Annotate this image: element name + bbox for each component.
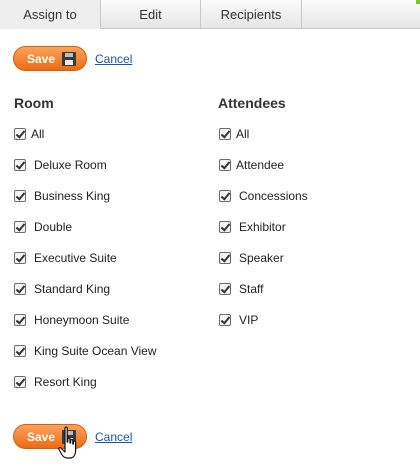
checkbox[interactable] (219, 252, 231, 264)
attendee-item-attendee[interactable]: Attendee (219, 158, 284, 172)
attendee-item-label: All (236, 127, 250, 141)
room-item-honeymoon-suite[interactable]: Honeymoon Suite (14, 313, 129, 327)
checkbox[interactable] (219, 221, 231, 233)
room-item-executive-suite[interactable]: Executive Suite (14, 251, 117, 265)
tab-bar-filler (302, 0, 420, 29)
checkbox[interactable] (219, 283, 231, 295)
checkbox[interactable] (219, 128, 231, 140)
tab-bar: Assign to Edit Recipients (0, 0, 420, 29)
checkbox[interactable] (14, 190, 26, 202)
top-action-row: Save Cancel (13, 46, 132, 71)
checkbox[interactable] (14, 252, 26, 264)
tab-edit[interactable]: Edit (101, 0, 201, 29)
room-item-label: Double (34, 220, 73, 234)
checkbox[interactable] (14, 128, 26, 140)
room-item-all[interactable]: All (14, 127, 44, 141)
save-button-top[interactable]: Save (13, 46, 87, 71)
room-item-label: Executive Suite (34, 251, 117, 265)
checkbox[interactable] (14, 314, 26, 326)
room-item-label: All (31, 127, 45, 141)
checkbox[interactable] (14, 221, 26, 233)
room-item-label: Honeymoon Suite (34, 313, 130, 327)
room-item-label: Deluxe Room (34, 158, 107, 172)
attendee-item-label: VIP (239, 313, 259, 327)
attendee-item-label: Speaker (239, 251, 284, 265)
room-title: Room (14, 95, 54, 111)
attendee-item-label: Concessions (239, 189, 308, 203)
attendee-item-label: Attendee (236, 158, 285, 172)
attendee-item-speaker[interactable]: Speaker (219, 251, 284, 265)
room-item-label: Standard King (34, 282, 111, 296)
room-item-standard-king[interactable]: Standard King (14, 282, 110, 296)
attendee-item-concessions[interactable]: Concessions (219, 189, 308, 203)
attendee-item-vip[interactable]: VIP (219, 313, 258, 327)
room-item-resort-king[interactable]: Resort King (14, 375, 97, 389)
room-item-label: King Suite Ocean View (34, 344, 157, 358)
tab-assign-to[interactable]: Assign to (0, 0, 101, 29)
room-item-label: Business King (34, 189, 111, 203)
room-item-king-suite-ocean-view[interactable]: King Suite Ocean View (14, 344, 157, 358)
room-item-label: Resort King (34, 375, 97, 389)
cancel-link-bottom[interactable]: Cancel (95, 430, 132, 444)
checkbox[interactable] (219, 190, 231, 202)
save-label: Save (27, 429, 56, 444)
attendee-item-all[interactable]: All (219, 127, 249, 141)
attendee-item-exhibitor[interactable]: Exhibitor (219, 220, 286, 234)
checkbox[interactable] (14, 345, 26, 357)
tab-accent (416, 0, 420, 4)
attendee-item-label: Exhibitor (239, 220, 286, 234)
checkbox[interactable] (219, 314, 231, 326)
attendee-item-label: Staff (239, 282, 264, 296)
attendees-title: Attendees (218, 95, 286, 111)
attendee-item-staff[interactable]: Staff (219, 282, 263, 296)
checkbox[interactable] (14, 159, 26, 171)
save-label: Save (27, 51, 56, 66)
floppy-disk-icon (62, 52, 76, 66)
room-item-business-king[interactable]: Business King (14, 189, 110, 203)
hand-pointer-icon (58, 426, 77, 459)
checkbox[interactable] (14, 283, 26, 295)
tab-recipients[interactable]: Recipients (201, 0, 302, 29)
checkbox[interactable] (219, 159, 231, 171)
checkbox[interactable] (14, 376, 26, 388)
room-item-deluxe-room[interactable]: Deluxe Room (14, 158, 107, 172)
cancel-link-top[interactable]: Cancel (95, 52, 132, 66)
room-item-double[interactable]: Double (14, 220, 72, 234)
